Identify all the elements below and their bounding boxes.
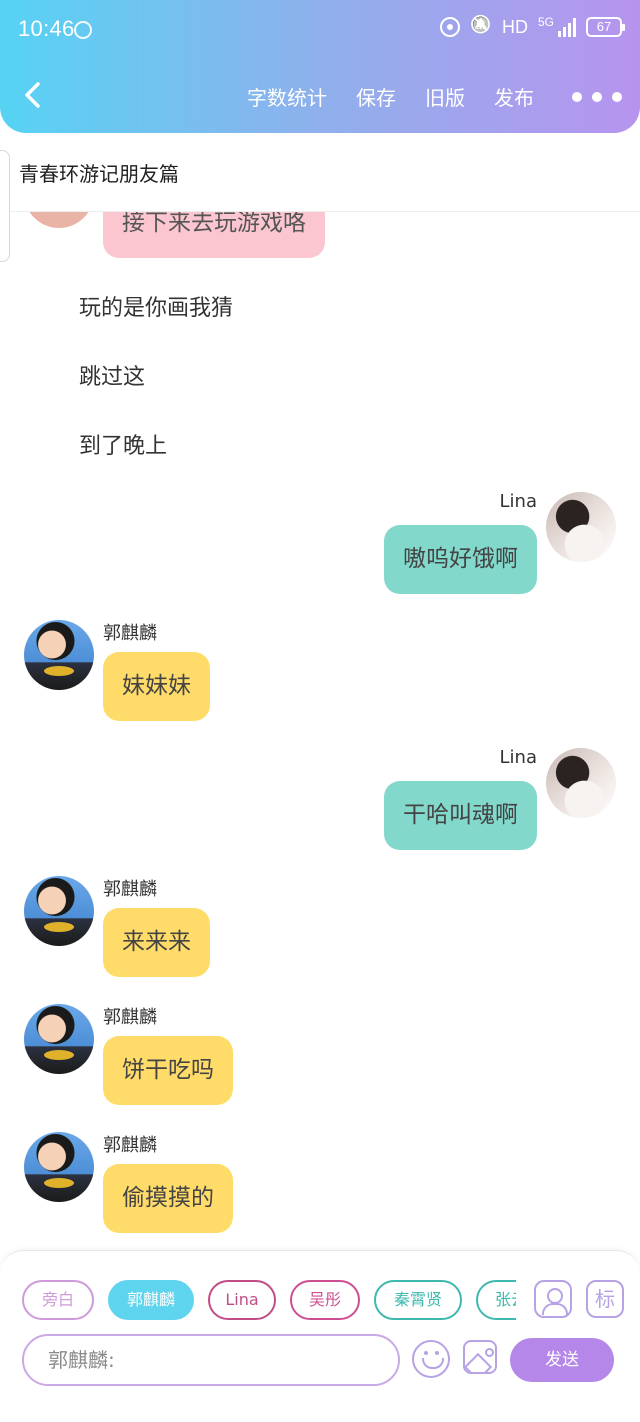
sender-name: 郭麒麟 <box>103 879 157 900</box>
sender-name: 郭麒麟 <box>103 623 157 644</box>
signal-icon <box>558 17 576 37</box>
network-type: HD <box>501 16 528 37</box>
avatar[interactable] <box>24 1132 94 1202</box>
story-title[interactable]: 青春环游记朋友篇 <box>19 158 179 187</box>
role-chip-lina[interactable]: Lina <box>208 1280 276 1320</box>
sender-name: 郭麒麟 <box>103 1007 157 1028</box>
more-options-button[interactable] <box>572 91 622 102</box>
toolbar-actions: 字数统计 保存 旧版 发布 <box>218 60 640 133</box>
message-bubble[interactable]: 来来来 <box>103 908 210 977</box>
word-count-button[interactable]: 字数统计 <box>247 82 327 111</box>
composer-panel: 旁白 郭麒麟 Lina 吴彤 秦霄贤 张云 标 郭麒麟: 发送 <box>0 1250 640 1422</box>
role-chip-wu-tong[interactable]: 吴彤 <box>290 1280 360 1320</box>
role-chip-narrator[interactable]: 旁白 <box>22 1280 94 1320</box>
avatar[interactable] <box>24 1004 94 1074</box>
toolbar: 字数统计 保存 旧版 发布 <box>0 60 640 133</box>
back-button[interactable] <box>18 78 48 112</box>
bell-off-icon <box>470 16 492 38</box>
avatar[interactable] <box>546 748 616 818</box>
battery-icon: 67 <box>586 17 625 37</box>
message-bubble[interactable]: 妹妹妹 <box>103 652 210 721</box>
narration-text[interactable]: 跳过这 <box>79 359 145 391</box>
message-bubble[interactable]: 嗷呜好饿啊 <box>384 525 537 594</box>
status-bar: 10:46 HD 5G 67 <box>0 0 640 60</box>
publish-button[interactable]: 发布 <box>494 82 534 111</box>
avatar[interactable] <box>24 876 94 946</box>
old-version-button[interactable]: 旧版 <box>425 82 465 111</box>
sender-name: Lina <box>499 491 537 512</box>
role-chip-guo-qilin[interactable]: 郭麒麟 <box>108 1280 194 1320</box>
narration-text[interactable]: 到了晚上 <box>79 428 167 460</box>
chat-area[interactable]: 接下来去玩游戏咯 玩的是你画我猜 跳过这 到了晚上 Lina 嗷呜好饿啊 郭麒麟… <box>0 150 640 1250</box>
message-bubble[interactable]: 干哈叫魂啊 <box>384 781 537 850</box>
hotspot-icon <box>439 17 460 37</box>
signal-type: 5G <box>537 15 554 29</box>
story-title-bar: 青春环游记朋友篇 <box>0 150 640 262</box>
chevron-left-icon <box>25 82 40 108</box>
status-time: 10:46 <box>18 16 75 41</box>
avatar[interactable] <box>24 620 94 690</box>
image-icon[interactable] <box>463 1340 497 1374</box>
narration-text[interactable]: 玩的是你画我猜 <box>79 290 233 322</box>
sender-name: Lina <box>499 747 537 768</box>
side-drawer-handle[interactable] <box>0 150 10 262</box>
role-chip-qin-xiaoxian[interactable]: 秦霄贤 <box>374 1280 462 1320</box>
role-chip-zhang-yun[interactable]: 张云 <box>476 1280 516 1320</box>
message-bubble[interactable]: 偷摸摸的 <box>103 1164 233 1233</box>
emoji-icon[interactable] <box>412 1340 450 1378</box>
role-selector[interactable]: 旁白 郭麒麟 Lina 吴彤 秦霄贤 张云 <box>22 1280 516 1322</box>
message-bubble[interactable]: 饼干吃吗 <box>103 1036 233 1105</box>
manage-roles-button[interactable] <box>534 1280 572 1318</box>
data-saver-icon <box>74 21 92 39</box>
tag-button[interactable]: 标 <box>586 1280 624 1318</box>
send-button[interactable]: 发送 <box>510 1338 614 1382</box>
status-icons: HD 5G 67 <box>439 15 625 38</box>
top-header: 10:46 HD 5G 67 字数统计 保存 旧版 发布 <box>0 0 640 133</box>
save-button[interactable]: 保存 <box>356 82 396 111</box>
message-input[interactable]: 郭麒麟: <box>22 1334 400 1386</box>
sender-name: 郭麒麟 <box>103 1135 157 1156</box>
avatar[interactable] <box>546 492 616 562</box>
